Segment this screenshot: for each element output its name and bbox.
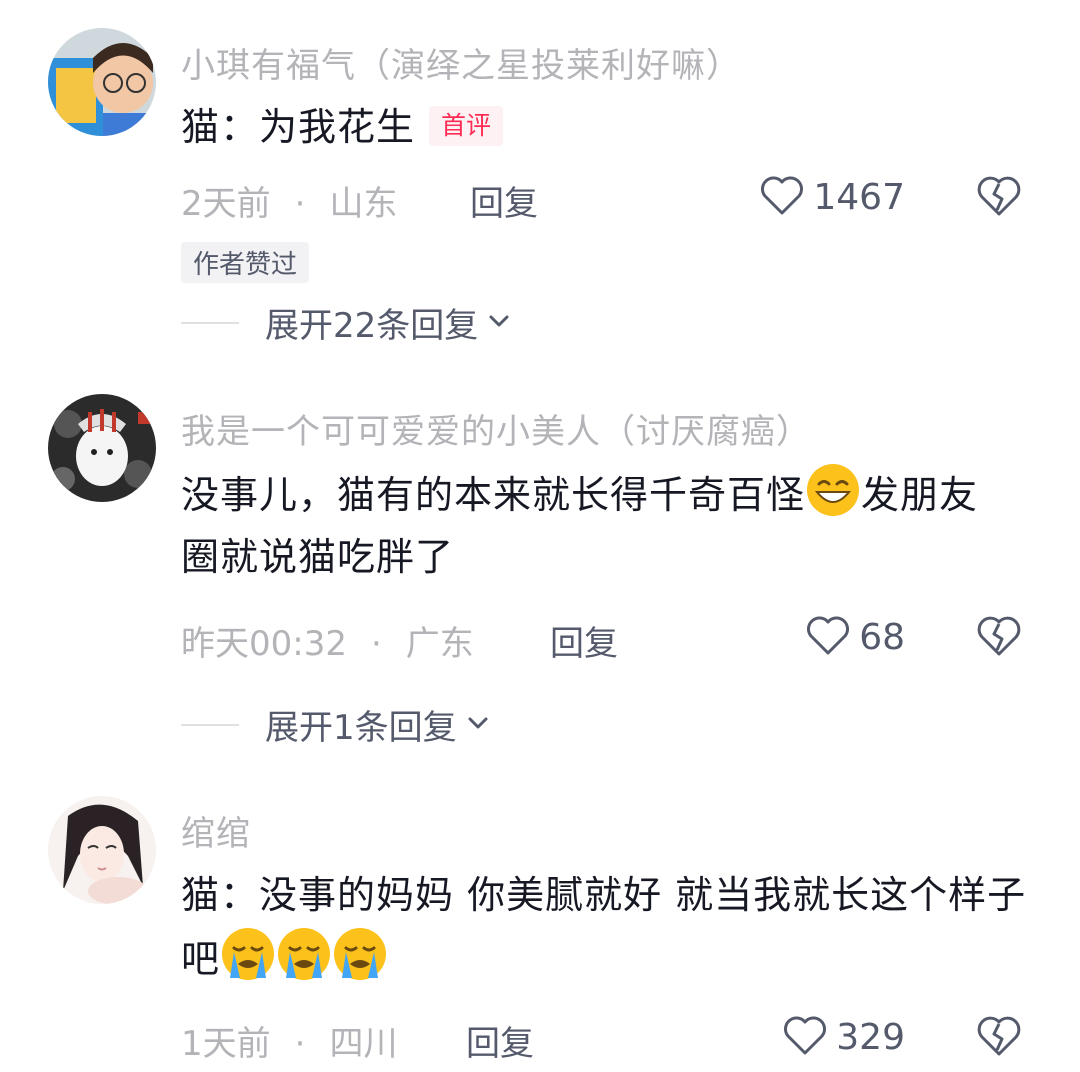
reply-button[interactable]: 回复 bbox=[470, 176, 538, 225]
like-count: 68 bbox=[859, 616, 905, 658]
expand-replies-label: 展开22条回复 bbox=[265, 306, 479, 346]
divider-line bbox=[181, 723, 239, 726]
user-avatar[interactable] bbox=[48, 796, 156, 904]
meta-separator: · bbox=[294, 1024, 306, 1064]
comment-meta: 2天前 · 山东 bbox=[181, 176, 397, 225]
like-button[interactable]: 1467 bbox=[759, 172, 905, 222]
like-count: 1467 bbox=[813, 176, 905, 218]
comment-meta: 1天前 · 四川 bbox=[181, 1016, 397, 1065]
comment-location: 四川 bbox=[329, 1024, 398, 1064]
username[interactable]: 我是一个可可爱爱的小美人（讨厌腐癌） bbox=[181, 404, 811, 453]
divider-line bbox=[181, 321, 239, 324]
crying-face-emoji-icon bbox=[220, 926, 276, 982]
expand-replies[interactable]: 展开1条回复 bbox=[181, 700, 493, 749]
comment-meta: 昨天00:32 · 广东 bbox=[181, 616, 474, 665]
username[interactable]: 小琪有福气（演绎之星投莱利好嘛） bbox=[181, 38, 741, 87]
first-comment-badge: 首评 bbox=[429, 106, 504, 146]
author-liked-tag: 作者赞过 bbox=[181, 242, 310, 283]
user-avatar[interactable] bbox=[48, 28, 156, 136]
comment-location: 山东 bbox=[329, 184, 398, 224]
comment-body-part1: 没事儿，猫有的本来就长得千奇百怪 bbox=[181, 473, 806, 517]
comment-body: 猫：为我花生 bbox=[181, 105, 416, 149]
broken-heart-icon[interactable] bbox=[975, 612, 1023, 660]
comment-text: 猫：为我花生 首评 bbox=[181, 96, 1041, 158]
broken-heart-icon[interactable] bbox=[975, 1012, 1023, 1060]
comment-text: 猫：没事的妈妈 你美腻就好 就当我就长这个样子吧 bbox=[181, 864, 1031, 990]
heart-icon bbox=[759, 174, 805, 220]
meta-separator: · bbox=[370, 624, 382, 664]
expand-replies[interactable]: 展开22条回复 bbox=[181, 298, 514, 347]
like-count: 329 bbox=[836, 1016, 905, 1058]
expand-replies-label: 展开1条回复 bbox=[265, 708, 457, 748]
like-button[interactable]: 68 bbox=[805, 612, 905, 662]
crying-face-emoji-icon bbox=[276, 926, 332, 982]
user-avatar[interactable] bbox=[48, 394, 156, 502]
heart-icon bbox=[805, 614, 851, 660]
chevron-down-icon bbox=[478, 306, 514, 340]
reply-button[interactable]: 回复 bbox=[550, 616, 618, 665]
heart-icon bbox=[782, 1014, 828, 1060]
meta-separator: · bbox=[294, 184, 306, 224]
comment-time: 2天前 bbox=[181, 184, 271, 224]
comment-time: 1天前 bbox=[181, 1024, 271, 1064]
reply-button[interactable]: 回复 bbox=[466, 1016, 534, 1065]
username[interactable]: 绾绾 bbox=[181, 806, 251, 855]
broken-heart-icon[interactable] bbox=[975, 172, 1023, 220]
comment-time: 昨天00:32 bbox=[181, 624, 347, 664]
comment-location: 广东 bbox=[405, 624, 474, 664]
chevron-down-icon bbox=[457, 708, 493, 742]
crying-face-emoji-icon bbox=[332, 926, 388, 982]
like-button[interactable]: 329 bbox=[782, 1012, 905, 1062]
comment-text: 没事儿，猫有的本来就长得千奇百怪 发朋友圈就说猫吃胖了 bbox=[181, 462, 1011, 588]
grinning-sweat-emoji-icon bbox=[805, 462, 861, 518]
